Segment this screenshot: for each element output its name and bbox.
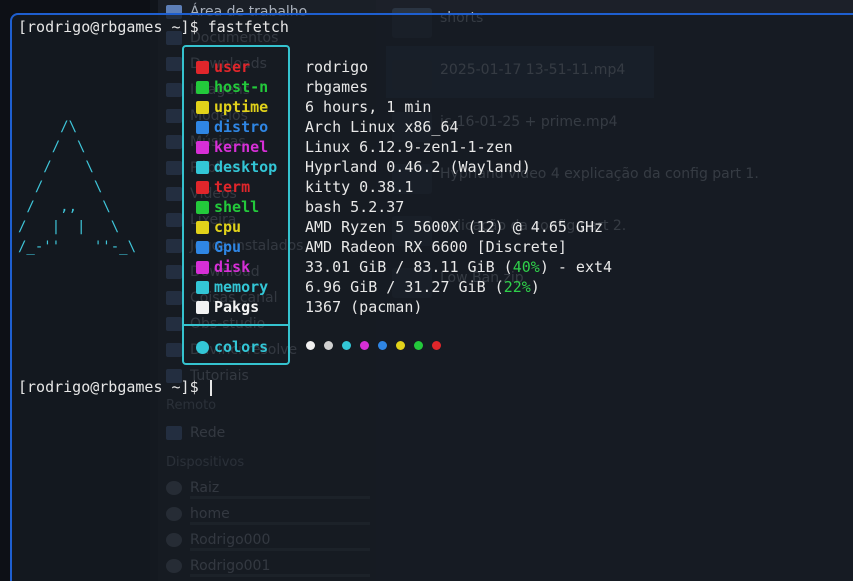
terminal-window[interactable] <box>10 13 853 581</box>
fetch-key-label: user <box>214 58 251 76</box>
fetch-value-text: 6.96 GiB / 31.27 GiB ( <box>305 278 504 296</box>
arch-logo-line: / ,, \ <box>18 199 111 215</box>
fetch-key-cpu: cpu <box>196 217 241 237</box>
arch-logo-line: / \ <box>18 139 86 155</box>
fetch-key-label: cpu <box>214 218 242 236</box>
fetch-key-label: kernel <box>214 138 269 156</box>
fetch-key-shell: shell <box>196 197 259 217</box>
fetch-value-kernel: Linux 6.12.9-zen1-1-zen <box>305 137 513 157</box>
fetch-value-uptime: 6 hours, 1 min <box>305 97 431 117</box>
disk-icon <box>196 260 209 274</box>
gpu-icon <box>196 240 209 254</box>
user-icon <box>196 60 209 74</box>
fetch-value-distro: Arch Linux x86_64 <box>305 117 459 137</box>
fetch-value-term: kitty 0.38.1 <box>305 177 413 197</box>
fetch-key-label: host-n <box>214 78 269 96</box>
host-icon <box>196 80 209 94</box>
fetch-key-uptime: uptime <box>196 97 268 117</box>
gear-icon <box>196 140 209 154</box>
fetch-key-gpu: Gpu <box>196 237 241 257</box>
fetch-value-text: kitty 0.38.1 <box>305 178 414 196</box>
fetch-value-gpu: AMD Radeon RX 6600 [Discrete] <box>305 237 567 257</box>
usage-percent: 22% <box>503 278 531 296</box>
fetch-value-text: rodrigo <box>305 58 369 76</box>
prompt: [rodrigo@rbgames ~]$ <box>18 378 208 396</box>
palette-icon <box>196 340 209 354</box>
fetch-value-user: rodrigo <box>305 57 368 77</box>
fetch-key-label: shell <box>214 198 260 216</box>
fetch-key-desktop: desktop <box>196 157 277 177</box>
text-cursor <box>209 379 212 396</box>
colors-key: colors <box>196 337 268 357</box>
fetch-key-label: Gpu <box>214 238 242 256</box>
fetch-key-label: distro <box>214 118 269 136</box>
fetch-key-pakgs: Pakgs <box>196 297 259 317</box>
monitor-icon <box>196 160 209 174</box>
palette-swatch <box>306 341 315 350</box>
fetch-value-text: 1367 (pacman) <box>305 298 423 316</box>
fetch-key-distro: distro <box>196 117 268 137</box>
fetch-key-label: uptime <box>214 98 269 116</box>
arch-logo-line: /\ <box>18 119 78 135</box>
fetch-value-host-n: rbgames <box>305 77 368 97</box>
fetch-key-host-n: host-n <box>196 77 268 97</box>
fetch-value-memory: 6.96 GiB / 31.27 GiB (22%) <box>305 277 540 297</box>
palette-swatch <box>432 341 441 350</box>
fetch-key-label: desktop <box>214 158 278 176</box>
fetch-key-label: term <box>214 178 251 196</box>
palette-swatch <box>342 341 351 350</box>
command-text: fastfetch <box>207 18 289 36</box>
colors-label: colors <box>214 338 269 356</box>
fetch-value-text: Linux 6.12.9-zen1-1-zen <box>305 138 513 156</box>
fetch-value-cpu: AMD Ryzen 5 5600X (12) @ 4.65 GHz <box>305 217 603 237</box>
fetch-value-text: AMD Ryzen 5 5600X (12) @ 4.65 GHz <box>305 218 604 236</box>
fetch-value-suffix: ) <box>530 278 540 296</box>
fetch-value-text: 33.01 GiB / 83.11 GiB ( <box>305 258 513 276</box>
arch-icon <box>196 120 209 134</box>
fetch-value-text: AMD Radeon RX 6600 [Discrete] <box>305 238 567 256</box>
palette-swatch <box>360 341 369 350</box>
shell-icon <box>196 200 209 214</box>
fetch-value-pakgs: 1367 (pacman) <box>305 297 422 317</box>
fetch-key-label: Pakgs <box>214 298 260 316</box>
fetch-value-suffix: ) - ext4 <box>539 258 613 276</box>
arch-logo-line: /_-'' ''-_\ <box>18 239 137 255</box>
fetch-key-term: term <box>196 177 250 197</box>
fetch-key-disk: disk <box>196 257 250 277</box>
palette-swatch <box>396 341 405 350</box>
cpu-icon <box>196 220 209 234</box>
palette-swatch <box>414 341 423 350</box>
package-icon <box>196 300 209 314</box>
clock-icon <box>196 100 209 114</box>
fetch-key-user: user <box>196 57 250 77</box>
command-line: [rodrigo@rbgames ~]$ fastfetch <box>18 17 289 37</box>
prompt: [rodrigo@rbgames ~]$ <box>18 18 208 36</box>
fetch-value-desktop: Hyprland 0.46.2 (Wayland) <box>305 157 531 177</box>
fetch-key-label: disk <box>214 258 251 276</box>
fetch-key-memory: memory <box>196 277 268 297</box>
fetch-value-text: bash 5.2.37 <box>305 198 405 216</box>
fetch-value-text: Arch Linux x86_64 <box>305 118 459 136</box>
palette-swatch <box>378 341 387 350</box>
memory-icon <box>196 280 209 294</box>
palette-swatch <box>324 341 333 350</box>
fetch-value-disk: 33.01 GiB / 83.11 GiB (40%) - ext4 <box>305 257 612 277</box>
fetch-value-shell: bash 5.2.37 <box>305 197 404 217</box>
arch-logo-line: / \ <box>18 159 94 175</box>
fetch-key-label: memory <box>214 278 269 296</box>
terminal-icon <box>196 180 209 194</box>
fetch-box-divider <box>182 324 290 326</box>
fetch-value-text: Hyprland 0.46.2 (Wayland) <box>305 158 531 176</box>
fetch-key-kernel: kernel <box>196 137 268 157</box>
arch-logo-line: / | | \ <box>18 219 120 235</box>
fetch-value-text: rbgames <box>305 78 369 96</box>
fetch-value-text: 6 hours, 1 min <box>305 98 432 116</box>
arch-logo-line: / \ <box>18 179 103 195</box>
prompt-line[interactable]: [rodrigo@rbgames ~]$ <box>18 377 212 397</box>
usage-percent: 40% <box>512 258 540 276</box>
